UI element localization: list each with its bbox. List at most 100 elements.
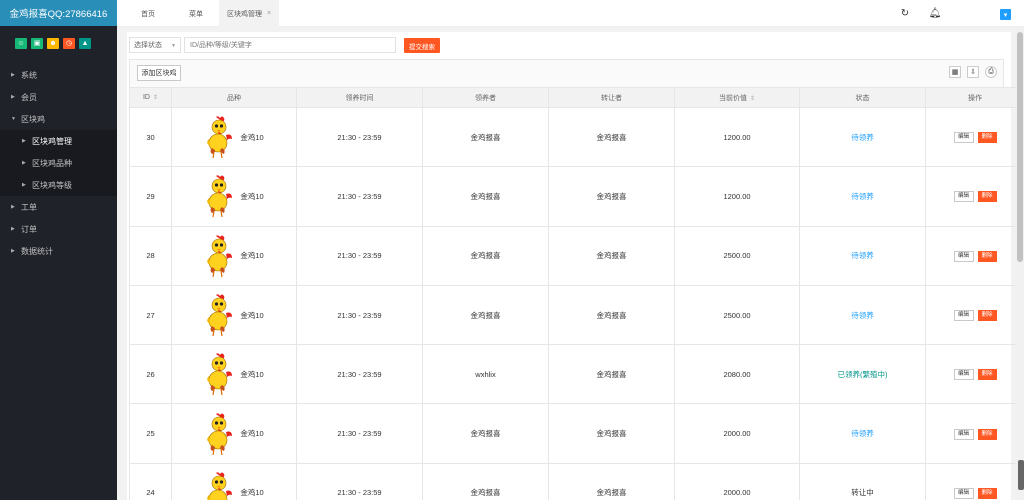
- cell-value: 1200.00: [674, 166, 800, 227]
- cell-id: 29: [129, 166, 172, 227]
- cell-status: 待领养: [799, 106, 926, 168]
- edit-button[interactable]: 编辑: [953, 191, 974, 203]
- header-value[interactable]: 当前价值 ⇕: [674, 87, 800, 108]
- sidebar-item-members[interactable]: ▶ 会员: [0, 86, 117, 108]
- caret-right-icon: ▶: [22, 138, 26, 144]
- columns-icon[interactable]: ▦: [949, 66, 961, 78]
- cell-id: 28: [129, 225, 172, 286]
- smile-icon[interactable]: ☻: [47, 38, 59, 49]
- status-text: 待领养: [851, 429, 874, 439]
- cell-transferor: 金鸡报喜: [548, 344, 675, 405]
- breed-name: 金鸡10: [240, 488, 264, 498]
- dropdown-icon[interactable]: ▾: [1000, 9, 1011, 20]
- chevron-down-icon: ▼: [171, 43, 176, 49]
- header-id[interactable]: ID ⇕: [129, 87, 172, 108]
- table-row: 30 金鸡10 21:30 - 23:59 金鸡报喜 金鸡报喜 1200.00 …: [129, 106, 1024, 168]
- cell-status: 待领养: [799, 166, 926, 227]
- delete-button[interactable]: 删除: [977, 132, 997, 144]
- cap-icon[interactable]: ▲: [79, 38, 91, 49]
- chicken-image: [207, 175, 233, 218]
- add-chicken-button[interactable]: 添加区块鸡: [137, 65, 181, 81]
- sidebar-item-chicken-levels[interactable]: ▶ 区块鸡等级: [0, 174, 117, 196]
- breed-cell: 金鸡10: [172, 174, 296, 218]
- tab-home[interactable]: 首页: [133, 0, 163, 27]
- cell-adopter: 金鸡报喜: [422, 106, 549, 168]
- edit-button[interactable]: 编辑: [953, 132, 974, 144]
- sidebar-item-chicken[interactable]: ▼ 区块鸡: [0, 108, 117, 130]
- caret-right-icon: ▶: [11, 204, 15, 210]
- bell-icon[interactable]: 🔔︎: [929, 7, 942, 19]
- table-row: 26 金鸡10 21:30 - 23:59 wxhlix 金鸡报喜 2080.0…: [129, 344, 1024, 405]
- breed-cell: 金鸡10: [172, 293, 296, 337]
- status-select[interactable]: 选择状态 ▼: [129, 37, 181, 53]
- breed-name: 金鸡10: [240, 251, 264, 261]
- breed-name: 金鸡10: [240, 429, 264, 439]
- edit-button[interactable]: 编辑: [953, 310, 974, 322]
- edit-button[interactable]: 编辑: [953, 428, 974, 440]
- delete-button[interactable]: 删除: [977, 487, 997, 499]
- close-icon[interactable]: ×: [267, 10, 271, 17]
- search-input[interactable]: ID/品种/等级/关键字: [184, 37, 396, 53]
- delete-button[interactable]: 删除: [977, 310, 997, 322]
- delete-button[interactable]: 删除: [977, 191, 997, 203]
- cell-adopter: 金鸡报喜: [422, 225, 549, 286]
- side-handle[interactable]: [1018, 460, 1024, 490]
- cell-breed: 金鸡10: [171, 106, 297, 168]
- refresh-icon[interactable]: ↻: [899, 7, 911, 19]
- search-bar: 选择状态 ▼ ID/品种/等级/关键字 提交搜索: [127, 37, 1011, 53]
- chicken-image: [207, 234, 233, 277]
- caret-right-icon: ▶: [11, 72, 15, 78]
- cell-breed: 金鸡10: [171, 344, 297, 405]
- table-header: ID ⇕ 品种 领养时间 领养者 转让者 当前价值 ⇕ 状态 操作: [129, 87, 1024, 108]
- header-adopter: 领养者: [422, 87, 549, 108]
- tab-menu[interactable]: 菜单: [181, 0, 211, 27]
- user-icon[interactable]: ☺: [15, 38, 27, 49]
- sort-icon[interactable]: ⇕: [153, 95, 158, 101]
- sidebar-item-orders[interactable]: ▶ 订单: [0, 218, 117, 240]
- cell-transferor: 金鸡报喜: [548, 284, 675, 346]
- cell-status: 转让中: [799, 462, 926, 500]
- chicken-image: [207, 353, 233, 396]
- chicken-table: ID ⇕ 品种 领养时间 领养者 转让者 当前价值 ⇕ 状态 操作 30 金鸡10 …: [129, 87, 1024, 500]
- cell-time: 21:30 - 23:59: [296, 462, 423, 500]
- cell-adopter: 金鸡报喜: [422, 166, 549, 227]
- quick-actions: ☺ ▣ ☻ ◷ ▲: [0, 26, 117, 64]
- edit-button[interactable]: 编辑: [953, 369, 974, 381]
- scrollbar-thumb[interactable]: [1017, 32, 1023, 262]
- clock-icon[interactable]: ◷: [63, 38, 75, 49]
- edit-button[interactable]: 编辑: [953, 487, 974, 499]
- breed-cell: 金鸡10: [172, 234, 296, 278]
- sort-icon[interactable]: ⇕: [750, 96, 755, 102]
- print-icon[interactable]: ⎙: [985, 66, 997, 78]
- cell-adopter: 金鸡报喜: [422, 462, 549, 500]
- cell-adopter: wxhlix: [422, 344, 549, 405]
- lock-icon[interactable]: ▣: [31, 38, 43, 49]
- cell-id: 26: [129, 344, 172, 405]
- cell-adopter: 金鸡报喜: [422, 403, 549, 464]
- cell-breed: 金鸡10: [171, 284, 297, 346]
- delete-button[interactable]: 删除: [977, 250, 997, 262]
- export-icon[interactable]: ⇩: [967, 66, 979, 78]
- cell-id: 27: [129, 284, 172, 346]
- header-transferor: 转让者: [548, 87, 675, 108]
- cell-value: 2500.00: [674, 225, 800, 286]
- cell-transferor: 金鸡报喜: [548, 462, 675, 500]
- caret-right-icon: ▶: [11, 226, 15, 232]
- edit-button[interactable]: 编辑: [953, 250, 974, 262]
- cell-time: 21:30 - 23:59: [296, 106, 423, 168]
- sidebar-item-chicken-manage[interactable]: ▶ 区块鸡管理: [0, 130, 117, 152]
- delete-button[interactable]: 删除: [977, 428, 997, 440]
- sidebar-item-tickets[interactable]: ▶ 工单: [0, 196, 117, 218]
- cell-breed: 金鸡10: [171, 462, 297, 500]
- cell-id: 30: [129, 106, 172, 168]
- sidebar-item-chicken-breeds[interactable]: ▶ 区块鸡品种: [0, 152, 117, 174]
- breed-cell: 金鸡10: [172, 412, 296, 456]
- submit-search-button[interactable]: 提交搜索: [404, 38, 440, 53]
- sidebar-item-stats[interactable]: ▶ 数据统计: [0, 240, 117, 262]
- sidebar-item-system[interactable]: ▶ 系统: [0, 64, 117, 86]
- delete-button[interactable]: 删除: [977, 369, 997, 381]
- cell-transferor: 金鸡报喜: [548, 403, 675, 464]
- tab-chicken-manage[interactable]: 区块鸡管理 ×: [219, 0, 279, 27]
- vertical-scrollbar[interactable]: [1016, 27, 1024, 500]
- cell-actions: 编辑 删除: [925, 106, 1024, 168]
